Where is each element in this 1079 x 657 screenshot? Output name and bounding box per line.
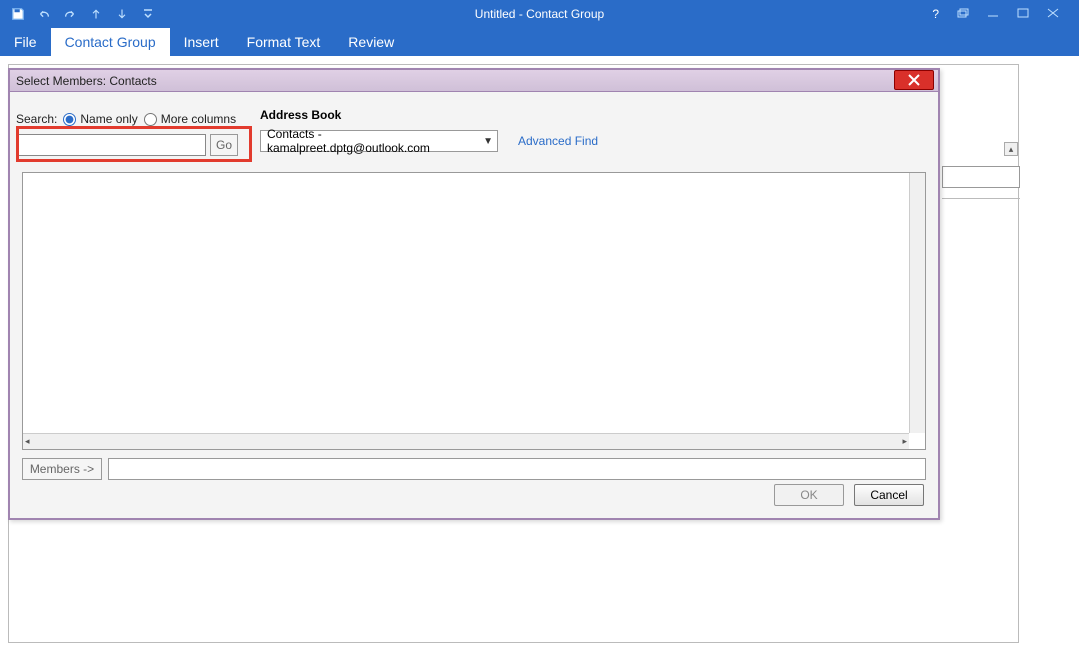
- save-icon[interactable]: [10, 6, 26, 22]
- go-button[interactable]: Go: [210, 134, 238, 156]
- dialog-titlebar: Select Members: Contacts: [10, 70, 938, 92]
- restore-icon[interactable]: [957, 7, 969, 21]
- search-input[interactable]: [16, 134, 206, 156]
- bg-divider: [942, 198, 1020, 199]
- cancel-button[interactable]: Cancel: [854, 484, 924, 506]
- members-input[interactable]: [108, 458, 926, 480]
- maximize-icon[interactable]: [1017, 7, 1029, 21]
- radio-name-only-label: Name only: [80, 112, 137, 126]
- advanced-find-link[interactable]: Advanced Find: [518, 134, 598, 148]
- radio-name-only[interactable]: Name only: [63, 112, 137, 126]
- window-title: Untitled - Contact Group: [475, 7, 604, 21]
- select-members-dialog: Select Members: Contacts Search: Name on…: [8, 68, 940, 520]
- radio-name-only-input[interactable]: [63, 113, 76, 126]
- tab-insert[interactable]: Insert: [170, 28, 233, 56]
- window-controls: ?: [932, 7, 1079, 21]
- tab-file[interactable]: File: [0, 28, 51, 56]
- undo-icon[interactable]: [36, 6, 52, 22]
- radio-more-columns[interactable]: More columns: [144, 112, 236, 126]
- bg-input-1[interactable]: [942, 166, 1020, 188]
- tab-contact-group[interactable]: Contact Group: [51, 28, 170, 56]
- tab-review[interactable]: Review: [334, 28, 408, 56]
- scroll-left-icon[interactable]: ◂: [25, 436, 30, 447]
- address-book-heading: Address Book: [260, 108, 341, 122]
- results-horizontal-scrollbar[interactable]: ◂ ▸: [23, 433, 909, 449]
- minimize-icon[interactable]: [987, 7, 999, 21]
- close-icon[interactable]: [1047, 7, 1059, 21]
- tab-format-text[interactable]: Format Text: [233, 28, 335, 56]
- search-label: Search:: [16, 112, 57, 126]
- background-form-fragments: [942, 166, 1020, 199]
- window-titlebar: Untitled - Contact Group ?: [0, 0, 1079, 28]
- radio-more-columns-label: More columns: [161, 112, 236, 126]
- ok-button[interactable]: OK: [774, 484, 844, 506]
- chevron-down-icon: ▼: [483, 136, 493, 147]
- address-book-select[interactable]: Contacts - kamalpreet.dptg@outlook.com ▼: [260, 130, 498, 152]
- address-book-value: Contacts - kamalpreet.dptg@outlook.com: [267, 127, 479, 155]
- help-icon[interactable]: ?: [932, 7, 939, 21]
- members-button[interactable]: Members ->: [22, 458, 102, 480]
- ribbon-tabs: File Contact Group Insert Format Text Re…: [0, 28, 1079, 56]
- quick-access-toolbar: [0, 6, 156, 22]
- qat-more-icon[interactable]: [140, 6, 156, 22]
- results-vertical-scrollbar[interactable]: [909, 173, 925, 433]
- dialog-close-button[interactable]: [894, 70, 934, 90]
- scroll-right-icon[interactable]: ▸: [902, 436, 907, 447]
- arrow-up-icon[interactable]: [88, 6, 104, 22]
- arrow-down-icon[interactable]: [114, 6, 130, 22]
- redo-icon[interactable]: [62, 6, 78, 22]
- scroll-up-button[interactable]: ▴: [1004, 142, 1018, 156]
- contacts-results-list[interactable]: ◂ ▸: [22, 172, 926, 450]
- dialog-title: Select Members: Contacts: [16, 74, 157, 88]
- radio-more-columns-input[interactable]: [144, 113, 157, 126]
